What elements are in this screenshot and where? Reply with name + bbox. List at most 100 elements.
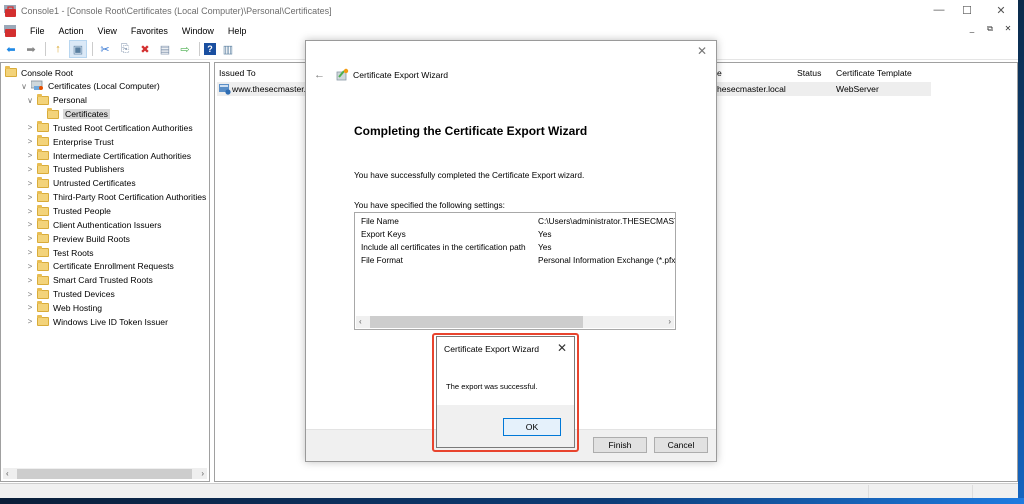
- tree-item-label: Certificate Enrollment Requests: [53, 261, 174, 272]
- folder-icon: [37, 273, 49, 285]
- chevron-right-icon[interactable]: >: [25, 165, 35, 174]
- chevron-right-icon[interactable]: >: [25, 262, 35, 271]
- tree-item[interactable]: > Enterprise Trust: [25, 135, 114, 148]
- toolbar-separator: [92, 42, 93, 56]
- setting-value: Yes: [538, 229, 552, 239]
- finish-button[interactable]: Finish: [593, 437, 647, 453]
- folder-icon: [37, 301, 49, 313]
- mdi-restore-button[interactable]: ⧉: [984, 24, 996, 34]
- tree-item[interactable]: > Trusted People: [25, 204, 111, 218]
- forward-icon[interactable]: ➡: [23, 41, 39, 57]
- menu-file[interactable]: File: [23, 26, 52, 36]
- menu-action[interactable]: Action: [52, 26, 91, 36]
- properties-icon[interactable]: ▤: [157, 41, 173, 57]
- tree-item[interactable]: Certificates: [47, 107, 110, 121]
- tree-item[interactable]: > Third-Party Root Certification Authorit…: [25, 190, 207, 204]
- tree-item[interactable]: > Trusted Publishers: [25, 162, 124, 176]
- menu-help[interactable]: Help: [221, 26, 254, 36]
- mdi-minimize-button[interactable]: _: [966, 24, 978, 34]
- scroll-left-icon[interactable]: ‹: [359, 317, 362, 326]
- toolbar-separator: [199, 42, 200, 56]
- folder-icon: [37, 190, 49, 202]
- chevron-right-icon[interactable]: >: [25, 193, 35, 202]
- tree-item-label: Third-Party Root Certification Authoriti…: [53, 192, 207, 203]
- scroll-right-icon[interactable]: ›: [668, 317, 671, 326]
- mmc-menu-icon[interactable]: [4, 24, 17, 37]
- close-button[interactable]: ✕: [984, 0, 1018, 20]
- tree-item[interactable]: > Test Roots: [25, 246, 94, 259]
- tree-horizontal-scrollbar[interactable]: ‹ ›: [3, 468, 207, 479]
- tree-item[interactable]: > Windows Live ID Token Issuer: [25, 315, 168, 328]
- up-folder-icon[interactable]: ↑: [50, 41, 66, 57]
- chevron-right-icon[interactable]: >: [25, 234, 35, 243]
- chevron-right-icon[interactable]: >: [25, 220, 35, 229]
- menu-window[interactable]: Window: [175, 26, 221, 36]
- scroll-thumb[interactable]: [370, 316, 583, 328]
- chevron-down-icon[interactable]: ∨: [25, 96, 35, 105]
- scroll-left-icon[interactable]: ‹: [6, 469, 9, 478]
- setting-value: Yes: [538, 242, 552, 252]
- column-status[interactable]: Status: [797, 68, 821, 78]
- column-friendly-name[interactable]: e: [717, 68, 722, 78]
- tree-item[interactable]: ∨ Certificates (Local Computer): [19, 80, 160, 93]
- tree-item[interactable]: ∨ Personal: [25, 93, 87, 107]
- cancel-button[interactable]: Cancel: [654, 437, 708, 453]
- wizard-completion-message: You have successfully completed the Cert…: [354, 170, 585, 180]
- tree-item[interactable]: > Preview Build Roots: [25, 232, 130, 245]
- copy-icon[interactable]: ⎘: [117, 41, 133, 57]
- chevron-down-icon[interactable]: ∨: [19, 82, 29, 91]
- mdi-close-button[interactable]: ✕: [1002, 24, 1014, 34]
- chevron-right-icon[interactable]: >: [25, 248, 35, 257]
- show-action-pane-icon[interactable]: ▥: [220, 41, 236, 57]
- back-icon[interactable]: ⬅: [3, 41, 19, 57]
- settings-list: ‹ › File Name C:\Users\administrator.THES…: [354, 212, 676, 330]
- folder-icon: [37, 93, 49, 105]
- column-certificate-template[interactable]: Certificate Template: [836, 68, 912, 78]
- tree-item[interactable]: > Smart Card Trusted Roots: [25, 273, 153, 287]
- tree-item-label: Trusted Devices: [53, 289, 115, 300]
- tree-item[interactable]: > Intermediate Certification Authorities: [25, 149, 191, 162]
- chevron-right-icon[interactable]: >: [25, 137, 35, 146]
- folder-icon: [37, 232, 49, 244]
- tree-item[interactable]: > Untrusted Certificates: [25, 176, 136, 190]
- folder-icon: [37, 135, 49, 147]
- maximize-button[interactable]: ☐: [950, 0, 984, 20]
- settings-row: Export Keys Yes: [355, 229, 675, 242]
- chevron-right-icon[interactable]: >: [25, 276, 35, 285]
- help-icon[interactable]: ?: [204, 43, 216, 55]
- tree-item[interactable]: > Certificate Enrollment Requests: [25, 259, 174, 273]
- tree-item-label: Certificates: [63, 109, 110, 120]
- scroll-right-icon[interactable]: ›: [201, 469, 204, 478]
- setting-name: File Name: [361, 216, 399, 226]
- column-issued-to[interactable]: Issued To: [219, 68, 256, 78]
- chevron-right-icon[interactable]: >: [25, 151, 35, 160]
- tree-item[interactable]: > Trusted Root Certification Authorities: [25, 121, 193, 134]
- folder-icon: [37, 287, 49, 299]
- cut-icon[interactable]: ✂: [97, 41, 113, 57]
- export-list-icon[interactable]: ⇨: [177, 41, 193, 57]
- wizard-close-button[interactable]: ✕: [694, 44, 710, 58]
- tree-item[interactable]: > Trusted Devices: [25, 287, 115, 301]
- menu-view[interactable]: View: [91, 26, 124, 36]
- scroll-thumb[interactable]: [17, 468, 192, 479]
- wizard-heading: Completing the Certificate Export Wizard: [354, 124, 588, 138]
- folder-icon: [37, 204, 49, 216]
- settings-horizontal-scrollbar[interactable]: ‹ ›: [356, 316, 674, 328]
- chevron-right-icon[interactable]: >: [25, 317, 35, 326]
- tree-item[interactable]: > Client Authentication Issuers: [25, 218, 161, 231]
- chevron-right-icon[interactable]: >: [25, 303, 35, 312]
- setting-name: Include all certificates in the certific…: [361, 242, 526, 252]
- show-hide-tree-icon[interactable]: ▣: [69, 40, 87, 58]
- menu-favorites[interactable]: Favorites: [124, 26, 175, 36]
- delete-icon[interactable]: ✖: [137, 41, 153, 57]
- folder-icon: [37, 162, 49, 174]
- chevron-right-icon[interactable]: >: [25, 123, 35, 132]
- cell-template: WebServer: [836, 84, 879, 94]
- chevron-right-icon[interactable]: >: [25, 290, 35, 299]
- tree-item[interactable]: > Web Hosting: [25, 301, 102, 314]
- chevron-right-icon[interactable]: >: [25, 207, 35, 216]
- wizard-back-button[interactable]: ←: [314, 69, 325, 81]
- chevron-right-icon[interactable]: >: [25, 179, 35, 188]
- mmc-app-icon: [4, 5, 17, 17]
- tree-item[interactable]: Console Root: [5, 66, 73, 79]
